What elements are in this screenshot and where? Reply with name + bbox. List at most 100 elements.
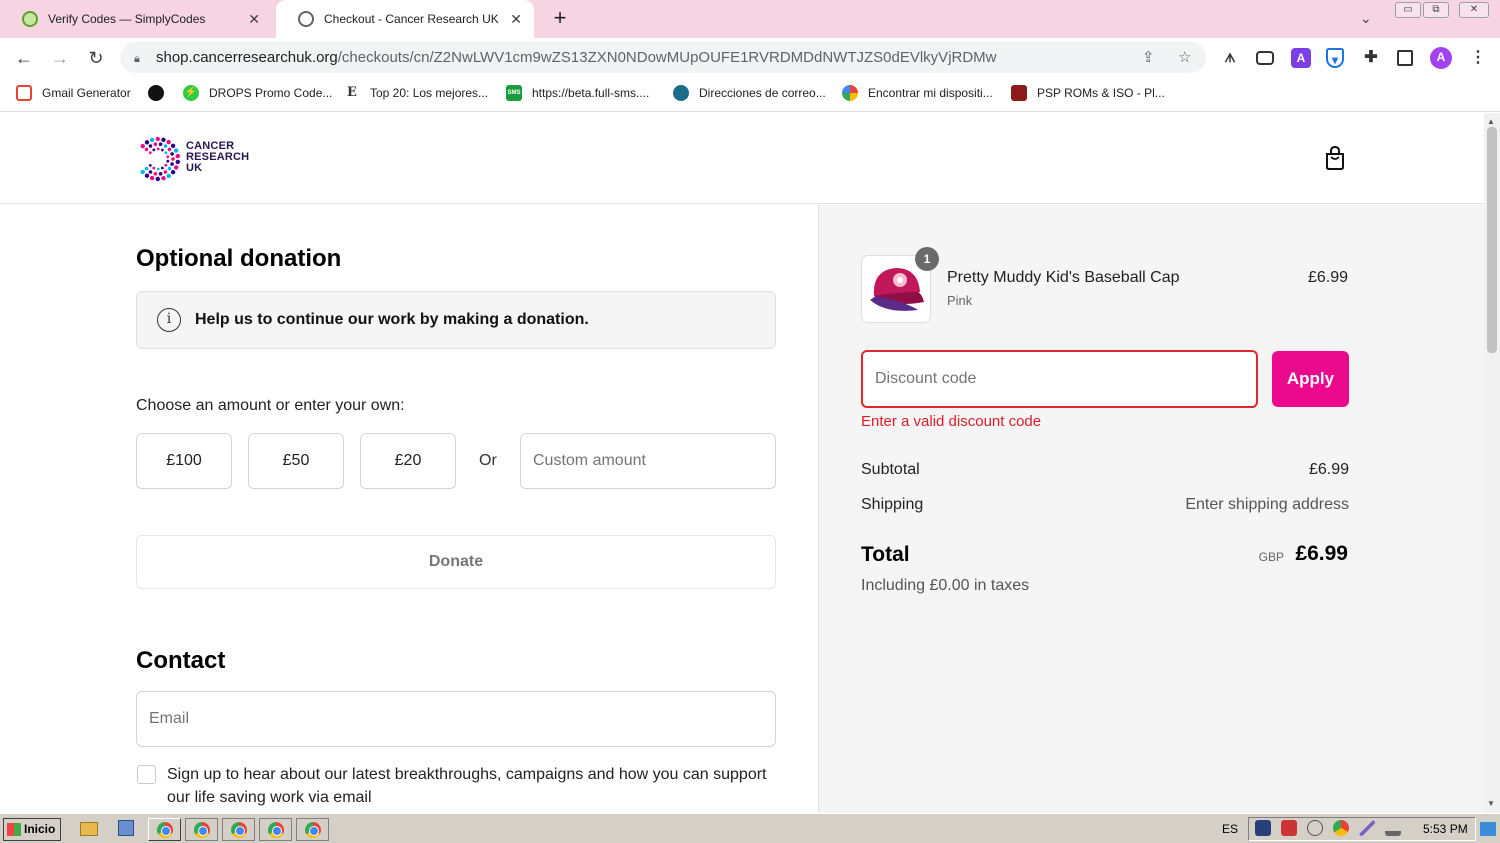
donation-info-banner: i Help us to continue our work by making… <box>136 291 776 349</box>
bookmark-full-sms[interactable]: SMS https://beta.full-sms.... <box>506 85 649 101</box>
new-tab-plus-icon[interactable]: + <box>548 6 572 30</box>
close-tab-icon[interactable]: ✕ <box>248 11 260 28</box>
tab-title: Checkout - Cancer Research UK <box>324 12 499 26</box>
circle-logo-icon <box>148 85 164 101</box>
extension-a-icon[interactable]: A <box>1291 48 1311 68</box>
close-tab-icon[interactable]: ✕ <box>510 11 522 28</box>
reload-icon[interactable]: ↻ <box>84 46 108 70</box>
drops-icon: ⚡ <box>183 85 199 101</box>
puzzle-extensions-icon[interactable]: ✚ <box>1361 48 1381 68</box>
bookmark-direcciones[interactable]: Direcciones de correo... <box>673 85 826 101</box>
checkout-page: CANCER RESEARCH UK Optional donation i H… <box>0 113 1484 813</box>
apply-discount-button[interactable]: Apply <box>1272 351 1349 407</box>
or-label: Or <box>479 452 497 469</box>
gmail-icon <box>16 85 32 101</box>
share-icon[interactable]: ⇪ <box>1142 48 1155 66</box>
donation-amount-20-button[interactable]: £20 <box>360 433 456 489</box>
signal-bars-icon[interactable] <box>1385 820 1401 836</box>
shipping-label: Shipping <box>861 496 924 513</box>
bookmark-star-icon[interactable]: ☆ <box>1178 48 1191 66</box>
info-icon: i <box>157 308 181 332</box>
page-scrollbar[interactable]: ▲ ▼ <box>1484 113 1500 813</box>
address-bar[interactable]: 🔒︎ shop.cancerresearchuk.org/checkouts/c… <box>120 42 1206 73</box>
donation-amount-50-button[interactable]: £50 <box>248 433 344 489</box>
bookmark-gmail-generator[interactable]: Gmail Generator <box>16 85 131 101</box>
cancer-research-uk-logo-icon[interactable] <box>134 135 182 183</box>
restore-window-icon[interactable]: ⧉ <box>1423 2 1449 18</box>
site-header: CANCER RESEARCH UK <box>0 113 1484 204</box>
tab-title: Verify Codes — SimplyCodes <box>48 12 206 26</box>
browser-toolbar: ← → ↻ 🔒︎ shop.cancerresearchuk.org/check… <box>0 38 1500 78</box>
total-currency: GBP <box>1258 550 1284 564</box>
show-desktop-icon[interactable] <box>1480 822 1496 836</box>
google-find-device-icon <box>842 85 858 101</box>
taskbar-chrome-button[interactable] <box>259 818 292 841</box>
bookmark-top20[interactable]: E Top 20: Los mejores... <box>344 85 488 101</box>
language-indicator[interactable]: ES <box>1222 822 1238 836</box>
logo-text[interactable]: CANCER RESEARCH UK <box>186 141 249 174</box>
bookmark-encontrar[interactable]: Encontrar mi dispositi... <box>842 85 993 101</box>
tab-verify-codes[interactable]: Verify Codes — SimplyCodes ✕ <box>0 0 272 38</box>
back-arrow-icon[interactable]: ← <box>12 46 36 70</box>
forward-arrow-icon[interactable]: → <box>48 46 72 70</box>
total-label: Total <box>861 543 910 566</box>
email-circle-icon <box>673 85 689 101</box>
bookmark-drops[interactable]: ⚡ DROPS Promo Code... <box>183 85 332 101</box>
taxes-note: Including £0.00 in taxes <box>861 577 1030 594</box>
profile-avatar[interactable]: A <box>1430 47 1452 69</box>
email-field[interactable] <box>136 691 776 747</box>
product-price: £6.99 <box>1307 269 1348 286</box>
contact-heading: Contact <box>136 647 226 674</box>
volume-icon[interactable] <box>1307 820 1323 836</box>
discount-error-message: Enter a valid discount code <box>861 413 1042 430</box>
newsletter-label[interactable]: Sign up to hear about our latest breakth… <box>167 763 787 809</box>
product-name: Pretty Muddy Kid's Baseball Cap <box>947 269 1180 286</box>
picture-in-picture-icon[interactable] <box>1256 51 1274 65</box>
close-window-icon[interactable]: ✕ <box>1459 2 1489 18</box>
chrome-icon <box>194 822 210 838</box>
desktop-icon[interactable] <box>118 820 134 836</box>
donate-button[interactable]: Donate <box>136 535 776 589</box>
subtotal-value: £6.99 <box>1308 461 1349 478</box>
shipping-row: Shipping Enter shipping address <box>861 496 1349 514</box>
chrome-tray-icon[interactable] <box>1333 820 1349 836</box>
simplycodes-favicon-icon <box>22 11 38 27</box>
donation-amount-100-button[interactable]: £100 <box>136 433 232 489</box>
bookmark-unnamed[interactable] <box>148 85 174 101</box>
side-panel-icon[interactable] <box>1397 50 1413 66</box>
shipping-value: Enter shipping address <box>1185 496 1349 513</box>
lock-icon[interactable]: 🔒︎ <box>134 53 144 65</box>
pen-tray-icon[interactable] <box>1359 820 1375 836</box>
subtotal-label: Subtotal <box>861 461 920 478</box>
bookmarks-bar: Gmail Generator ⚡ DROPS Promo Code... E … <box>0 78 1500 112</box>
shield-extension-icon[interactable]: ▾ <box>1326 48 1344 68</box>
taskbar-chrome-button[interactable] <box>148 818 181 841</box>
discount-code-input[interactable] <box>861 350 1258 408</box>
windows-flag-icon <box>7 823 21 836</box>
minimize-window-icon[interactable]: ▭ <box>1395 2 1421 18</box>
checkout-form: Optional donation i Help us to continue … <box>0 205 818 813</box>
scroll-up-arrow-icon[interactable]: ▲ <box>1487 117 1495 126</box>
e-letter-icon: E <box>347 85 357 100</box>
security-tray-icon[interactable] <box>1281 820 1297 836</box>
taskbar-chrome-button[interactable] <box>296 818 329 841</box>
tab-checkout[interactable]: Checkout - Cancer Research UK ✕ <box>276 0 534 38</box>
total-value: £6.99 <box>1295 542 1348 565</box>
menu-kebab-icon[interactable]: ⋮ <box>1468 48 1488 68</box>
taskbar-chrome-button[interactable] <box>185 818 218 841</box>
network-monitor-icon[interactable] <box>1255 820 1271 836</box>
newsletter-checkbox[interactable] <box>137 765 156 784</box>
scrollbar-thumb[interactable] <box>1487 127 1497 353</box>
product-variant: Pink <box>947 293 973 308</box>
read-aloud-icon[interactable]: ᗑ <box>1220 48 1240 68</box>
scroll-down-arrow-icon[interactable]: ▼ <box>1487 799 1495 808</box>
shopping-bag-icon[interactable] <box>1322 145 1348 171</box>
url-text[interactable]: shop.cancerresearchuk.org/checkouts/cn/Z… <box>156 49 997 66</box>
tab-search-chevron-icon[interactable]: ⌄ <box>1360 10 1372 27</box>
bookmark-psp-roms[interactable]: PSP ROMs & ISO - Pl... <box>1011 85 1165 101</box>
folder-icon[interactable] <box>80 822 98 836</box>
start-button[interactable]: Inicio <box>3 818 61 841</box>
taskbar-chrome-button[interactable] <box>222 818 255 841</box>
chrome-icon <box>231 822 247 838</box>
custom-amount-input[interactable] <box>520 433 776 489</box>
